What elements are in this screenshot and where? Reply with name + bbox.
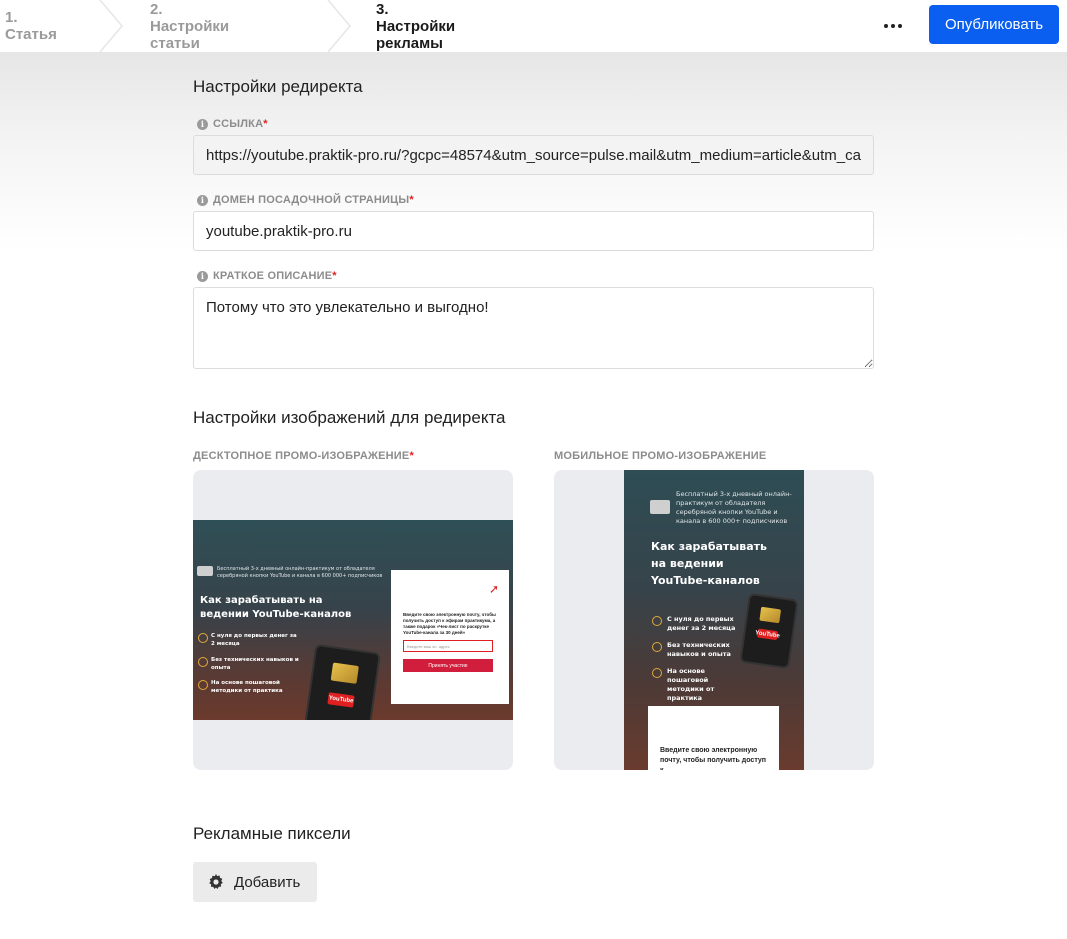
redirect-section-title: Настройки редиректа [193,77,363,96]
required-mark: * [409,194,414,206]
promo-bullet: На основе пошаговой методики от практика [667,667,715,702]
rocket-icon: ➚ [488,582,499,596]
dot-icon [898,24,902,28]
mobile-image-label: МОБИЛЬНОЕ ПРОМО-ИЗОБРАЖЕНИЕ [554,450,767,462]
mobile-promo-image: Бесплатный 3-х дневный онлайн-практикум … [624,470,804,770]
link-label-text: ССЫЛКА [213,118,264,130]
link-label: i ССЫЛКА * [197,118,268,130]
required-mark: * [332,270,337,282]
promo-form-card: ➚ Введите свою электронную почту, чтобы … [391,570,509,704]
promo-headline: Как зарабатывать на ведении YouTube-кана… [200,595,352,620]
phone-mockup: YouTube [739,592,799,670]
promo-form-text: Введите свою электронную почту, чтобы по… [403,612,496,635]
silver-button-icon [197,566,213,576]
promo-form-text: Введите свою электронную почту, чтобы по… [660,747,767,770]
step-ad-settings[interactable]: 3. Настройки рекламы [376,0,455,52]
info-icon[interactable]: i [197,194,208,206]
rocket-icon [198,633,208,643]
graduation-cap-icon [652,642,662,652]
pixels-section-title: Рекламные пиксели [193,824,351,843]
promo-email-field: Введите ваш эл. адрес [403,640,493,652]
promo-bullet: На основе пошаговой методики от практика [211,680,283,694]
promo-intro: Бесплатный 3-х дневный онлайн-практикум … [676,490,792,525]
top-header: 1. Статья 2. Настройки статьи 3. Настрой… [0,0,1067,52]
building-icon [198,680,208,690]
graduation-cap-icon [198,657,208,667]
domain-label-text: ДОМЕН ПОСАДОЧНОЙ СТРАНИЦЫ [213,194,410,206]
required-mark: * [263,118,268,130]
gear-icon [208,874,224,890]
dot-icon [884,24,888,28]
building-icon [652,668,662,678]
promo-submit-button: Принять участие [403,659,493,672]
link-input[interactable] [193,135,874,175]
description-textarea[interactable]: Потому что это увлекательно и выгодно! [193,287,874,369]
step-article-settings[interactable]: 2. Настройки статьи [150,0,229,52]
info-icon[interactable]: i [197,270,208,282]
promo-bullet: Без технических навыков и опыта [211,657,299,671]
publish-button[interactable]: Опубликовать [929,5,1059,44]
description-label: i КРАТКОЕ ОПИСАНИЕ * [197,270,337,282]
desktop-promo-image: Бесплатный 3-х дневный онлайн-практикум … [193,520,513,720]
desktop-image-label-text: ДЕСКТОПНОЕ ПРОМО-ИЗОБРАЖЕНИЕ [193,450,410,462]
promo-bullet: С нуля до первых денег за 2 месяца [211,633,297,647]
gold-button-icon [330,662,359,684]
step-separator-icon [99,0,123,52]
promo-bullet: С нуля до первых денег за 2 месяца [667,615,736,632]
promo-headline: Как зарабатывать на ведении YouTube-кана… [651,540,767,587]
description-label-text: КРАТКОЕ ОПИСАНИЕ [213,270,333,282]
promo-bullet: Без технических навыков и опыта [667,641,731,658]
rocket-icon [652,616,662,626]
desktop-image-dropzone[interactable]: Бесплатный 3-х дневный онлайн-практикум … [193,470,513,770]
images-section-title: Настройки изображений для редиректа [193,408,506,427]
silver-button-icon [650,500,670,514]
info-icon[interactable]: i [197,118,208,130]
required-mark: * [409,450,414,462]
promo-form-card: Введите свою электронную почту, чтобы по… [648,706,779,770]
domain-label: i ДОМЕН ПОСАДОЧНОЙ СТРАНИЦЫ * [197,194,414,206]
add-pixel-label: Добавить [234,873,301,891]
step-article[interactable]: 1. Статья [5,0,57,52]
more-options-button[interactable] [876,12,910,40]
phone-mockup: YouTube [303,643,381,720]
promo-intro: Бесплатный 3-х дневный онлайн-практикум … [217,566,383,579]
step-separator-icon [327,0,351,52]
gold-button-icon [759,606,782,624]
youtube-logo: YouTube [754,628,781,641]
desktop-image-label: ДЕСКТОПНОЕ ПРОМО-ИЗОБРАЖЕНИЕ* [193,450,414,462]
dot-icon [891,24,895,28]
youtube-logo: YouTube [327,692,355,708]
domain-input[interactable] [193,211,874,251]
mobile-image-dropzone[interactable]: Бесплатный 3-х дневный онлайн-практикум … [554,470,874,770]
add-pixel-button[interactable]: Добавить [193,862,317,902]
